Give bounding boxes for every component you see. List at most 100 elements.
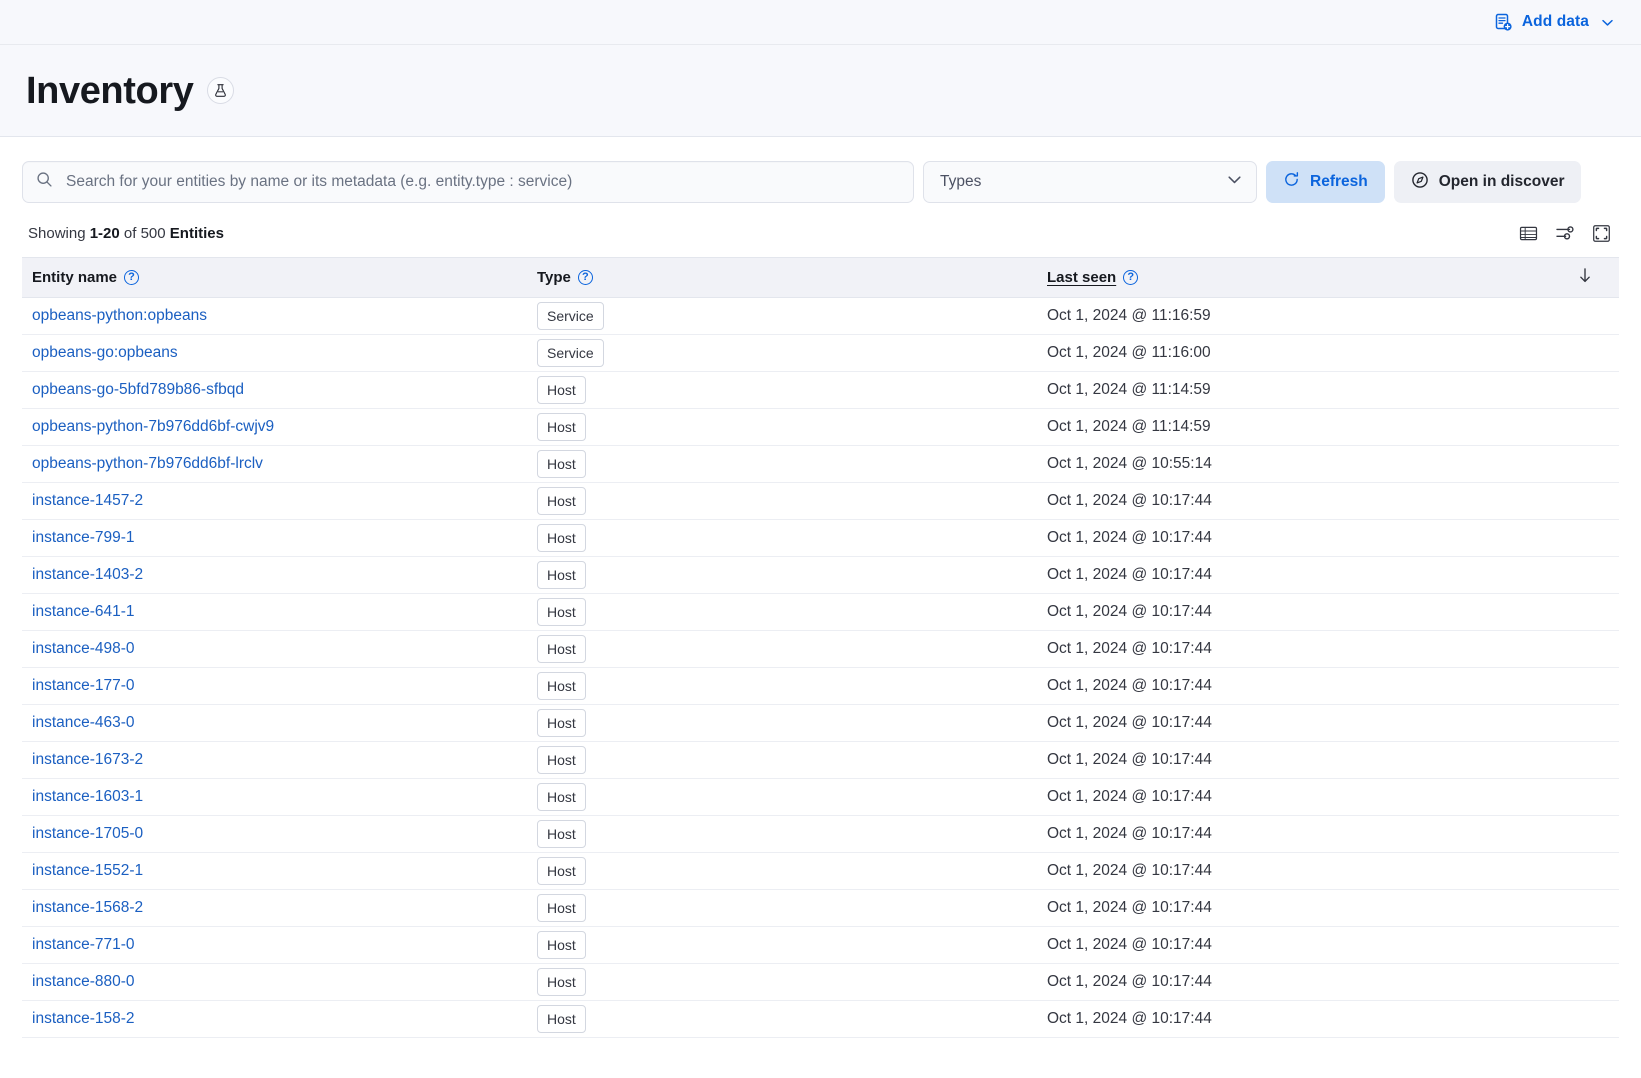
entity-name-link[interactable]: instance-771-0 [32, 936, 135, 953]
type-badge: Host [537, 709, 586, 737]
entity-name-link[interactable]: instance-1552-1 [32, 862, 143, 879]
entity-name-link[interactable]: instance-498-0 [32, 640, 135, 657]
entity-name-link[interactable]: instance-1568-2 [32, 899, 143, 916]
types-filter-select[interactable]: Types [923, 161, 1257, 203]
type-badge: Host [537, 598, 586, 626]
type-badge: Host [537, 672, 586, 700]
cell-spacer [1567, 372, 1619, 409]
cell-last-seen: Oct 1, 2024 @ 10:55:14 [1037, 446, 1567, 483]
beaker-icon[interactable] [207, 77, 234, 104]
table-row: opbeans-go:opbeansServiceOct 1, 2024 @ 1… [22, 335, 1619, 372]
cell-type: Host [527, 668, 1037, 705]
cell-entity-name: opbeans-python-7b976dd6bf-lrclv [22, 446, 527, 483]
entity-name-link[interactable]: instance-1457-2 [32, 492, 143, 509]
cell-type: Host [527, 742, 1037, 779]
sort-fields-icon[interactable] [1555, 223, 1575, 243]
cell-type: Host [527, 372, 1037, 409]
cell-spacer [1567, 742, 1619, 779]
cell-spacer [1567, 446, 1619, 483]
cell-entity-name: instance-771-0 [22, 927, 527, 964]
help-icon[interactable]: ? [124, 270, 139, 285]
table-row: opbeans-python-7b976dd6bf-lrclvHostOct 1… [22, 446, 1619, 483]
table-row: instance-498-0HostOct 1, 2024 @ 10:17:44 [22, 631, 1619, 668]
summary-middle: of 500 [120, 225, 170, 242]
cell-last-seen: Oct 1, 2024 @ 11:16:59 [1037, 298, 1567, 335]
cell-last-seen: Oct 1, 2024 @ 11:14:59 [1037, 409, 1567, 446]
cell-last-seen: Oct 1, 2024 @ 10:17:44 [1037, 557, 1567, 594]
entity-name-link[interactable]: instance-1603-1 [32, 788, 143, 805]
table-row: instance-771-0HostOct 1, 2024 @ 10:17:44 [22, 927, 1619, 964]
type-badge: Host [537, 968, 586, 996]
cell-last-seen: Oct 1, 2024 @ 10:17:44 [1037, 890, 1567, 927]
type-badge: Service [537, 302, 604, 330]
chevron-down-icon [1600, 15, 1615, 30]
sort-descending-arrow-icon[interactable] [1577, 271, 1593, 288]
entity-name-link[interactable]: instance-1403-2 [32, 566, 143, 583]
discover-compass-icon [1411, 171, 1429, 194]
open-in-discover-button[interactable]: Open in discover [1394, 161, 1582, 203]
refresh-icon [1283, 171, 1300, 193]
fullscreen-icon[interactable] [1592, 224, 1611, 243]
table-body: opbeans-python:opbeans Service Oct 1, 2024… [22, 298, 1619, 1038]
entity-name-link[interactable]: opbeans-go-5bfd789b86-sfbqd [32, 381, 244, 398]
help-icon[interactable]: ? [1123, 270, 1138, 285]
cell-last-seen: Oct 1, 2024 @ 10:17:44 [1037, 705, 1567, 742]
cell-spacer [1567, 779, 1619, 816]
search-box[interactable] [22, 161, 914, 203]
entity-name-link[interactable]: instance-641-1 [32, 603, 135, 620]
entity-name-link[interactable]: instance-463-0 [32, 714, 135, 731]
cell-spacer [1567, 853, 1619, 890]
entity-name-link[interactable]: instance-799-1 [32, 529, 135, 546]
column-header-type[interactable]: Type ? [527, 258, 1037, 298]
cell-entity-name: instance-1568-2 [22, 890, 527, 927]
cell-last-seen: Oct 1, 2024 @ 10:17:44 [1037, 483, 1567, 520]
table-row: instance-641-1HostOct 1, 2024 @ 10:17:44 [22, 594, 1619, 631]
help-icon[interactable]: ? [578, 270, 593, 285]
cell-type: Host [527, 409, 1037, 446]
cell-entity-name: instance-1457-2 [22, 483, 527, 520]
entity-name-link[interactable]: instance-158-2 [32, 1010, 135, 1027]
search-icon [36, 171, 53, 193]
type-badge: Service [537, 339, 604, 367]
cell-entity-name: instance-1673-2 [22, 742, 527, 779]
display-density-icon[interactable] [1519, 224, 1538, 243]
column-header-last-seen-label: Last seen [1047, 269, 1116, 286]
cell-entity-name: instance-1705-0 [22, 816, 527, 853]
cell-entity-name: instance-463-0 [22, 705, 527, 742]
entity-name-link[interactable]: opbeans-python-7b976dd6bf-lrclv [32, 455, 263, 472]
entity-name-link[interactable]: instance-880-0 [32, 973, 135, 990]
cell-type: Host [527, 816, 1037, 853]
refresh-button[interactable]: Refresh [1266, 161, 1385, 203]
table-row: instance-1568-2 Host Oct 1, 2024 @ 10:17:4… [22, 890, 1619, 927]
entity-name-link[interactable]: opbeans-python-7b976dd6bf-cwjv9 [32, 418, 274, 435]
type-badge: Host [537, 894, 586, 922]
cell-entity-name: opbeans-python-7b976dd6bf-cwjv9 [22, 409, 527, 446]
cell-spacer [1567, 409, 1619, 446]
cell-last-seen: Oct 1, 2024 @ 10:17:44 [1037, 1001, 1567, 1038]
cell-spacer [1567, 298, 1619, 335]
search-input[interactable] [64, 172, 900, 192]
column-sort-indicator[interactable] [1567, 258, 1619, 298]
cell-type: Host [527, 853, 1037, 890]
type-badge: Host [537, 746, 586, 774]
cell-spacer [1567, 557, 1619, 594]
type-badge: Host [537, 820, 586, 848]
column-header-entity-name[interactable]: Entity name ? [22, 258, 527, 298]
table-row: instance-177-0HostOct 1, 2024 @ 10:17:44 [22, 668, 1619, 705]
entity-name-link[interactable]: instance-1705-0 [32, 825, 143, 842]
cell-type: Host [527, 779, 1037, 816]
types-filter-label: Types [940, 173, 981, 191]
cell-type: Service [527, 298, 1037, 335]
column-header-last-seen[interactable]: Last seen ? [1037, 258, 1567, 298]
entity-name-link[interactable]: opbeans-go:opbeans [32, 344, 178, 361]
table-header: Entity name ? Type ? Last seen ? [22, 258, 1619, 298]
main-content: Types Refresh O [0, 137, 1641, 1038]
add-data-button[interactable]: Add data [1494, 13, 1615, 32]
cell-entity-name: instance-1403-2 [22, 557, 527, 594]
entity-name-link[interactable]: instance-1673-2 [32, 751, 143, 768]
cell-type: Host [527, 705, 1037, 742]
entity-name-link[interactable]: opbeans-python:opbeans [32, 307, 207, 324]
entity-name-link[interactable]: instance-177-0 [32, 677, 135, 694]
table-row: instance-1673-2HostOct 1, 2024 @ 10:17:4… [22, 742, 1619, 779]
type-badge: Host [537, 783, 586, 811]
